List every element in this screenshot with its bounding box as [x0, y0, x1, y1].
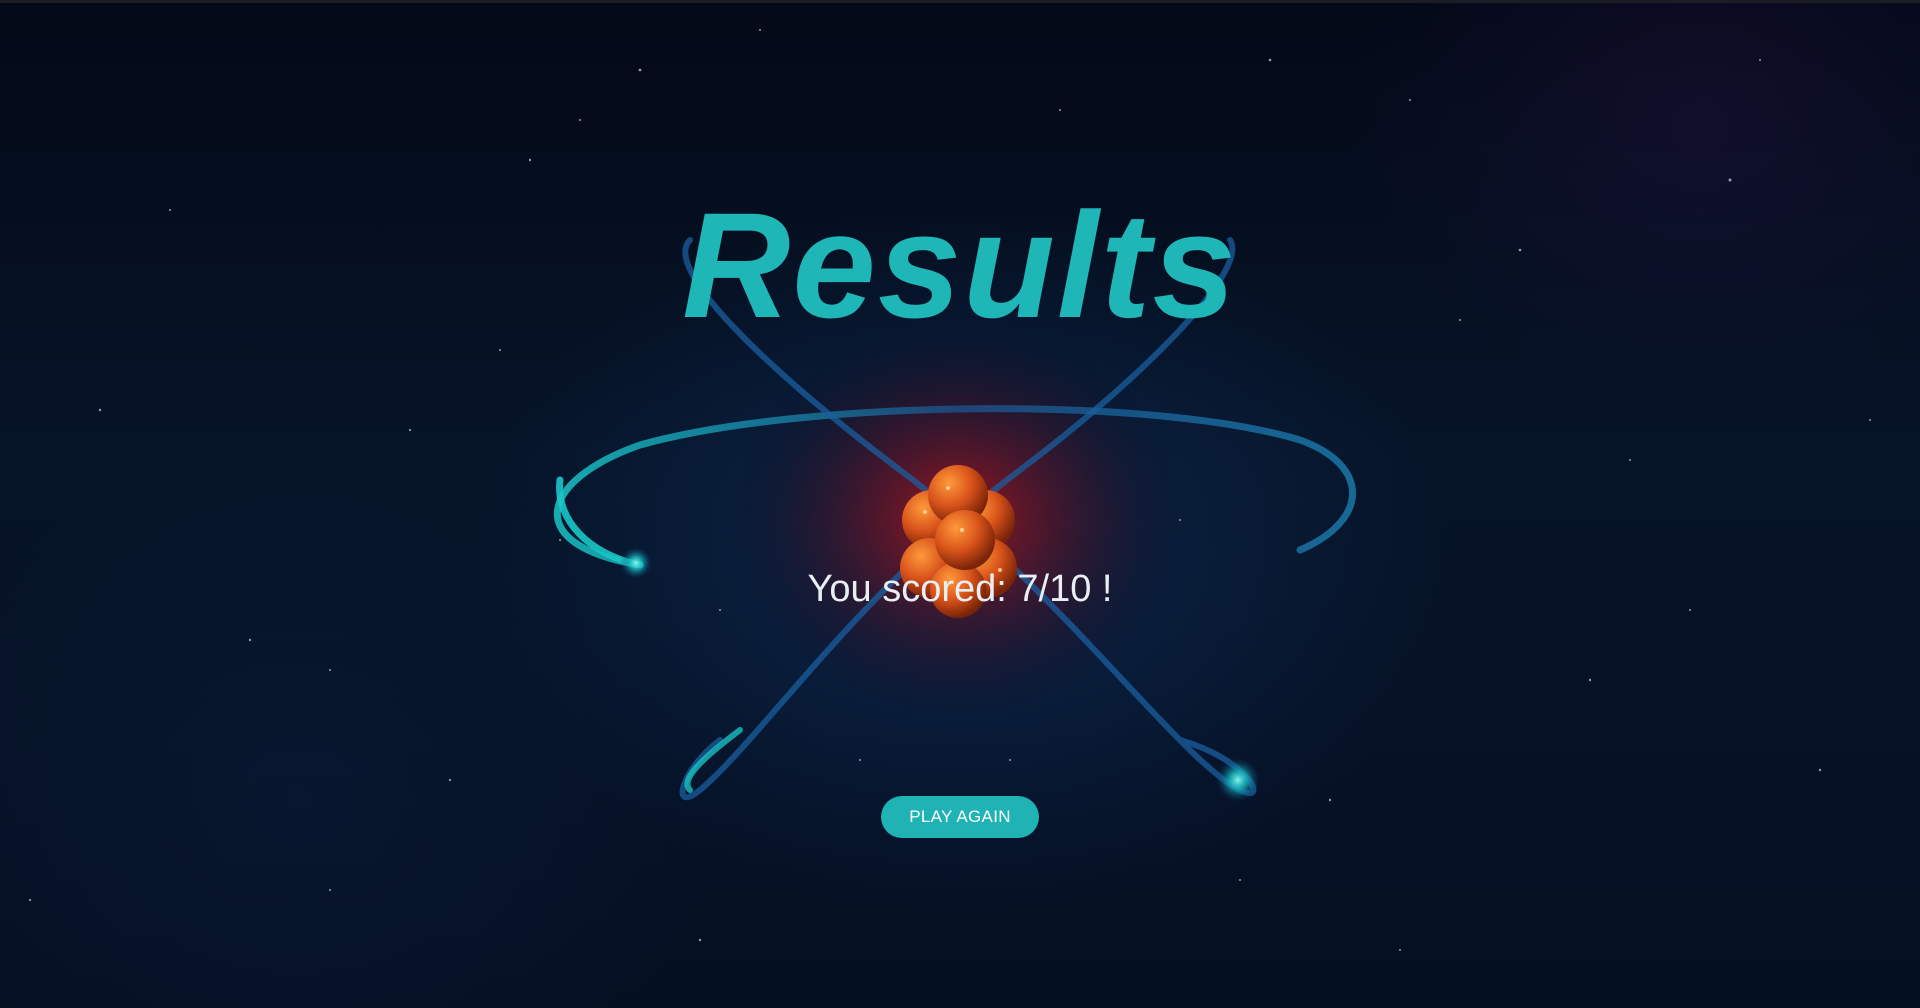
- electron-right: [1216, 758, 1260, 802]
- results-screen: Results You scored: 7/10 ! PLAY AGAIN: [0, 0, 1920, 1008]
- results-title: Results: [682, 181, 1238, 349]
- play-again-button[interactable]: PLAY AGAIN: [881, 796, 1039, 838]
- background-art: [28, 29, 1871, 951]
- score-text: You scored: 7/10 !: [807, 568, 1113, 610]
